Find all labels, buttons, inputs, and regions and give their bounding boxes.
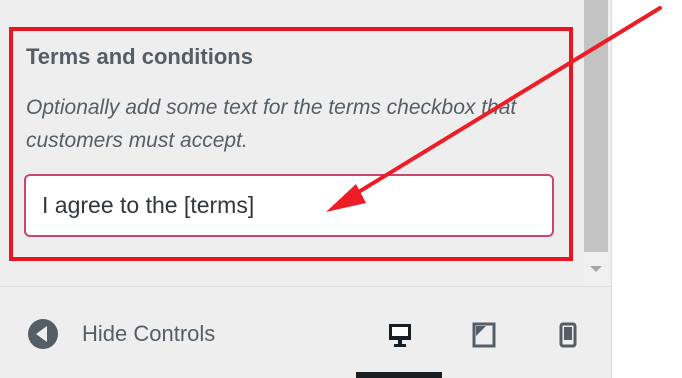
mobile-icon <box>559 322 577 348</box>
hide-controls-label: Hide Controls <box>82 321 216 346</box>
terms-text-input[interactable] <box>24 174 554 237</box>
device-desktop-button[interactable] <box>380 310 420 360</box>
device-mobile-button[interactable] <box>548 310 588 360</box>
active-device-indicator <box>356 372 442 378</box>
collapse-arrow-icon <box>28 319 58 349</box>
footer-divider <box>0 286 612 287</box>
device-tablet-button[interactable] <box>464 310 504 360</box>
scrollbar-thumb[interactable] <box>584 0 608 252</box>
customizer-screenshot: Terms and conditions Optionally add some… <box>0 0 682 378</box>
scroll-down-arrow-icon[interactable] <box>590 266 602 272</box>
desktop-icon <box>389 324 411 347</box>
hide-controls-button[interactable]: Hide Controls <box>28 318 215 350</box>
tablet-icon <box>472 322 496 348</box>
section-description: Optionally add some text for the terms c… <box>26 96 517 152</box>
section-title: Terms and conditions <box>26 44 253 69</box>
